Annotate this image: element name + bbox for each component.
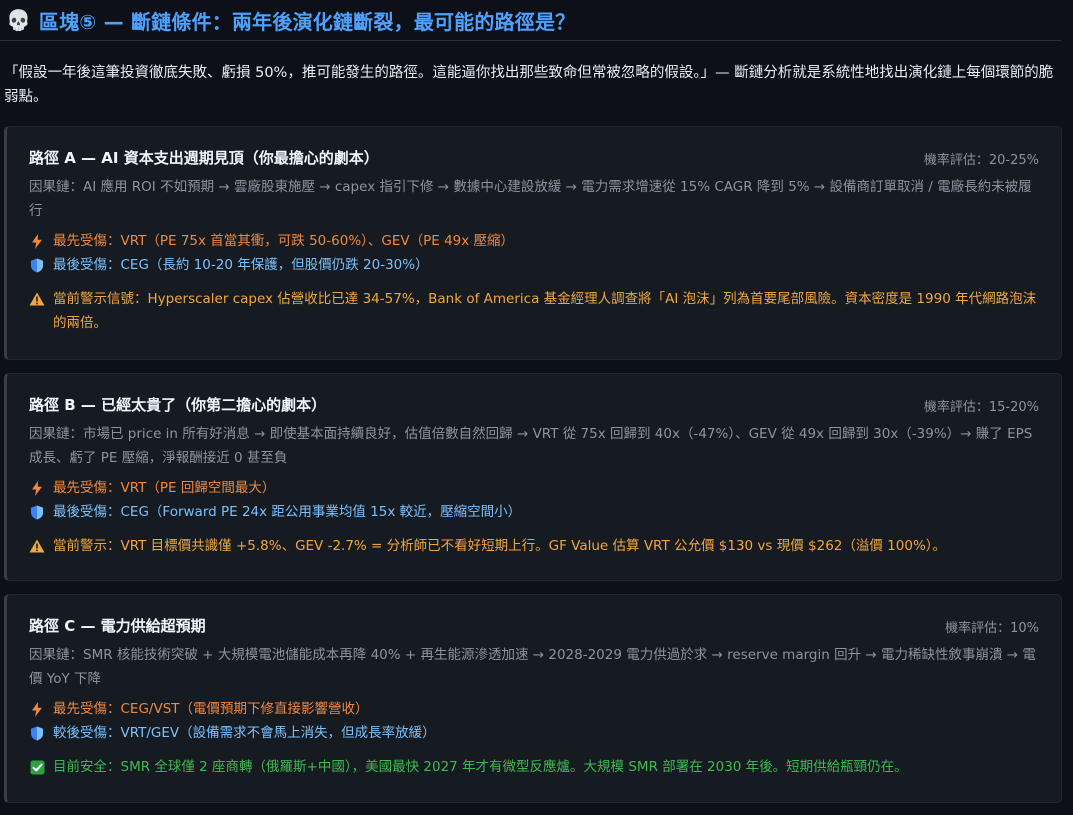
later-hit-row: 較後受傷：VRT/GEV（設備需求不會馬上消失，但成長率放緩） bbox=[29, 721, 1039, 745]
warning-icon bbox=[29, 291, 45, 307]
first-hit-row: 最先受傷：VRT（PE 75x 首當其衝，可跌 50-60%）、GEV（PE 4… bbox=[29, 229, 1039, 253]
probability-label: 機率評估：15-20% bbox=[923, 400, 1039, 415]
shield-icon bbox=[29, 725, 45, 741]
causal-chain: 因果鏈：AI 應用 ROI 不如預期 → 雲廠股東施壓 → capex 指引下修… bbox=[29, 179, 1032, 219]
path-card-c: 路徑 C — 電力供給超預期 機率評估：10% 因果鏈：SMR 核能技術突破 +… bbox=[4, 594, 1062, 803]
later-hit-text: 較後受傷：VRT/GEV（設備需求不會馬上消失，但成長率放緩） bbox=[53, 725, 436, 741]
section-title: 區塊⑤ — 斷鏈條件：兩年後演化鏈斷裂，最可能的路徑是？ bbox=[38, 9, 576, 34]
path-card-b: 路徑 B — 已經太貴了（你第二擔心的劇本） 機率評估：15-20% 因果鏈：市… bbox=[4, 373, 1062, 581]
last-hit-row: 最後受傷：CEG（長約 10-20 年保護，但股價仍跌 20-30%） bbox=[29, 253, 1039, 277]
warning-note: 當前警示信號：Hyperscaler capex 佔營收比已達 34-57%，B… bbox=[29, 287, 1039, 335]
first-hit-text: 最先受傷：CEG/VST（電價預期下修直接影響營收） bbox=[53, 701, 369, 717]
shield-icon bbox=[29, 504, 45, 520]
probability-label: 機率評估：20-25% bbox=[923, 153, 1039, 168]
path-title: 路徑 C — 電力供給超預期 bbox=[29, 617, 206, 635]
warning-text: 當前警示信號：Hyperscaler capex 佔營收比已達 34-57%，B… bbox=[53, 291, 1037, 331]
first-hit-text: 最先受傷：VRT（PE 回歸空間最大） bbox=[53, 480, 276, 496]
warning-icon bbox=[29, 538, 45, 554]
path-title: 路徑 B — 已經太貴了（你第二擔心的劇本） bbox=[29, 396, 327, 414]
path-title: 路徑 A — AI 資本支出週期見頂（你最擔心的劇本） bbox=[29, 149, 379, 167]
last-hit-row: 最後受傷：CEG（Forward PE 24x 距公用事業均值 15x 較近，壓… bbox=[29, 500, 1039, 524]
path-card-a: 路徑 A — AI 資本支出週期見頂（你最擔心的劇本） 機率評估：20-25% … bbox=[4, 126, 1062, 360]
probability-label: 機率評估：10% bbox=[945, 621, 1039, 636]
check-icon bbox=[29, 759, 45, 775]
safe-text: 目前安全：SMR 全球僅 2 座商轉（俄羅斯+中國），美國最快 2027 年才有… bbox=[53, 759, 908, 775]
lightning-icon bbox=[29, 480, 45, 496]
shield-icon bbox=[29, 257, 45, 273]
last-hit-text: 最後受傷：CEG（長約 10-20 年保護，但股價仍跌 20-30%） bbox=[53, 257, 429, 273]
intro-text: 「假設一年後這筆投資徹底失敗、虧損 50%，推可能發生的路徑。這能逼你找出那些致… bbox=[4, 65, 1054, 105]
safe-note: 目前安全：SMR 全球僅 2 座商轉（俄羅斯+中國），美國最快 2027 年才有… bbox=[29, 755, 1039, 779]
first-hit-text: 最先受傷：VRT（PE 75x 首當其衝，可跌 50-60%）、GEV（PE 4… bbox=[53, 233, 515, 249]
causal-chain: 因果鏈：SMR 核能技術突破 + 大規模電池儲能成本再降 40% + 再生能源滲… bbox=[29, 647, 1036, 687]
page: 💀 區塊⑤ — 斷鏈條件：兩年後演化鏈斷裂，最可能的路徑是？ 「假設一年後這筆投… bbox=[0, 0, 1073, 815]
last-hit-text: 最後受傷：CEG（Forward PE 24x 距公用事業均值 15x 較近，壓… bbox=[53, 504, 522, 520]
warning-text: 當前警示：VRT 目標價共識僅 +5.8%、GEV -2.7% = 分析師已不看… bbox=[53, 538, 947, 554]
causal-chain: 因果鏈：市場已 price in 所有好消息 → 即使基本面持續良好，估值倍數自… bbox=[29, 426, 1033, 466]
section-header: 💀 區塊⑤ — 斷鏈條件：兩年後演化鏈斷裂，最可能的路徑是？ bbox=[0, 0, 1061, 41]
lightning-icon bbox=[29, 233, 45, 249]
skull-icon: 💀 bbox=[6, 8, 31, 32]
first-hit-row: 最先受傷：CEG/VST（電價預期下修直接影響營收） bbox=[29, 697, 1039, 721]
warning-note: 當前警示：VRT 目標價共識僅 +5.8%、GEV -2.7% = 分析師已不看… bbox=[29, 534, 1039, 558]
first-hit-row: 最先受傷：VRT（PE 回歸空間最大） bbox=[29, 476, 1039, 500]
lightning-icon bbox=[29, 701, 45, 717]
